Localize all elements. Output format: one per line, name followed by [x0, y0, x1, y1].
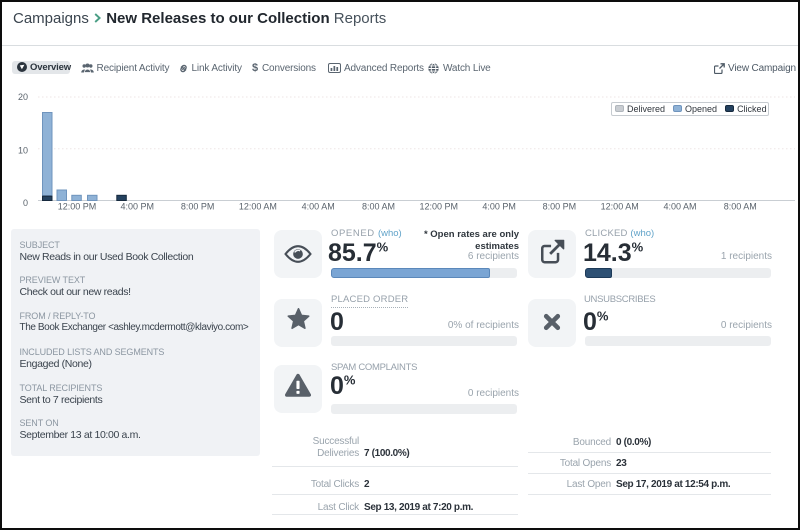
svg-text:12:00 AM: 12:00 AM: [601, 202, 639, 212]
svg-text:4:00 AM: 4:00 AM: [663, 202, 696, 212]
svg-text:12:00 PM: 12:00 PM: [58, 202, 97, 212]
svg-text:8:00 PM: 8:00 PM: [543, 202, 577, 212]
svg-text:20: 20: [18, 92, 28, 102]
svg-text:8:00 AM: 8:00 AM: [362, 202, 395, 212]
svg-text:4:00 AM: 4:00 AM: [302, 202, 335, 212]
svg-text:8:00 PM: 8:00 PM: [181, 202, 215, 212]
svg-text:0: 0: [23, 198, 28, 208]
svg-text:12:00 AM: 12:00 AM: [239, 202, 277, 212]
svg-text:4:00 PM: 4:00 PM: [121, 202, 155, 212]
svg-text:10: 10: [18, 145, 28, 155]
svg-text:8:00 AM: 8:00 AM: [724, 202, 757, 212]
svg-text:12:00 PM: 12:00 PM: [420, 202, 459, 212]
svg-text:4:00 PM: 4:00 PM: [482, 202, 516, 212]
